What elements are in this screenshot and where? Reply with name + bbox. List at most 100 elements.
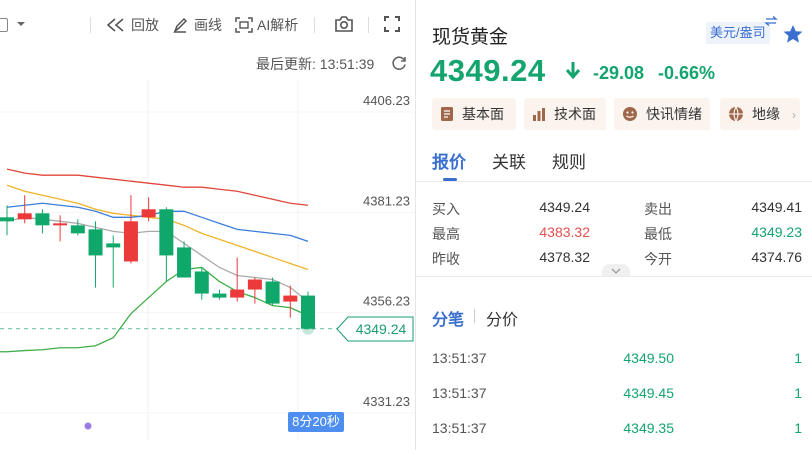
low-label: 最低 <box>644 226 672 242</box>
expand-quotes-button[interactable] <box>602 264 630 276</box>
pen-icon <box>173 17 188 33</box>
ask-label: 卖出 <box>644 201 672 217</box>
last-update-text: 最后更新: 13:51:39 <box>256 56 375 72</box>
camera-icon[interactable] <box>334 15 354 35</box>
fundamentals-label: 基本面 <box>462 106 504 122</box>
ai-analysis-button[interactable]: AI解析 <box>235 15 298 35</box>
tick-row: 13:51:37 4349.35 1 <box>416 420 812 444</box>
tabs-divider <box>416 181 812 182</box>
technicals-label: 技术面 <box>554 106 596 122</box>
candle-body <box>247 279 262 290</box>
open-value: 4374.76 <box>751 249 802 265</box>
replay-label: 回放 <box>131 17 159 33</box>
tick-volume: 1 <box>794 420 802 436</box>
news-sentiment-label: 快讯情绪 <box>646 106 702 122</box>
last-price: 4349.24 <box>430 53 546 88</box>
candle-countdown-badge: 8分20秒 <box>288 412 344 432</box>
candle-body <box>265 281 280 304</box>
candle-body <box>53 223 68 226</box>
tick-time: 13:51:37 <box>432 350 487 366</box>
tab-ticks[interactable]: 分笔 <box>432 306 464 330</box>
candle-body <box>123 221 138 262</box>
high-value: 4383.32 <box>539 224 590 240</box>
tick-time: 13:51:37 <box>432 420 487 436</box>
candle-body <box>106 243 121 248</box>
toolbar-divider <box>368 17 369 33</box>
candle-body <box>177 247 192 278</box>
replay-button[interactable]: 回放 <box>106 15 159 35</box>
ask-value: 4349.41 <box>751 199 802 215</box>
y-axis-tick-label: 4331.23 <box>363 394 410 409</box>
quote-row: 买入 4349.24 卖出 4349.41 <box>416 199 812 223</box>
indicator-line <box>6 184 309 271</box>
tick-time: 13:51:37 <box>432 385 487 401</box>
y-axis-tick-label: 4406.23 <box>363 93 410 108</box>
tick-price: 4349.35 <box>623 420 674 436</box>
candle-body <box>159 209 174 256</box>
price-change: -29.08 <box>593 63 645 83</box>
rewind-icon <box>106 18 124 32</box>
chart-toolbar: 回放 画线 AI解析 <box>0 0 415 50</box>
bid-label: 买入 <box>432 201 460 217</box>
candle-body <box>230 289 245 298</box>
high-label: 最高 <box>432 226 460 242</box>
candle-body <box>283 295 298 302</box>
tick-row: 13:51:37 4349.45 1 <box>416 385 812 409</box>
candle-body <box>141 209 156 218</box>
ai-scan-icon <box>235 17 253 33</box>
candle-body <box>35 213 50 226</box>
swap-icon[interactable] <box>764 16 778 26</box>
current-price-label: 4349.24 <box>355 320 407 337</box>
bid-value: 4349.24 <box>539 199 590 215</box>
tab-quote[interactable]: 报价 <box>432 148 466 173</box>
refresh-icon[interactable] <box>391 55 407 71</box>
tab-rules[interactable]: 规则 <box>552 148 586 173</box>
fundamentals-chip[interactable]: 基本面 <box>432 98 516 130</box>
toolbar-divider <box>90 17 91 33</box>
toolbar-divider <box>314 17 315 33</box>
tab-related[interactable]: 关联 <box>492 148 526 173</box>
draw-line-label: 画线 <box>194 17 222 33</box>
low-value: 4349.23 <box>751 224 802 240</box>
fullscreen-icon[interactable] <box>384 16 400 36</box>
price-change-percent: -0.66% <box>658 63 716 83</box>
draw-line-button[interactable]: 画线 <box>172 15 222 35</box>
currency-unit-badge[interactable]: 美元/盎司 <box>706 22 770 44</box>
bar-chart-icon <box>533 108 545 121</box>
document-icon <box>441 107 453 121</box>
tick-price: 4349.50 <box>623 350 674 366</box>
indicator-line <box>6 168 309 206</box>
quote-panel: 现货黄金 美元/盎司 4349.24 -29.08 -0.66% 基本面 技术面… <box>416 0 812 450</box>
y-axis-tick-label: 4356.23 <box>363 294 410 309</box>
tick-volume: 1 <box>794 385 802 401</box>
sentiment-face-icon <box>623 107 637 121</box>
candle-body <box>0 217 14 222</box>
globe-icon <box>729 106 743 122</box>
indicator-line <box>6 266 309 353</box>
candle-body <box>70 225 85 234</box>
caret-down-icon[interactable] <box>16 19 26 29</box>
news-sentiment-chip[interactable]: 快讯情绪 <box>614 98 710 130</box>
candle-body <box>212 293 227 298</box>
candle-body <box>88 229 103 256</box>
instrument-title: 现货黄金 <box>432 27 509 48</box>
y-axis-tick-label: 4381.23 <box>363 193 410 208</box>
chart-panel: 4406.23 4381.23 4356.23 4331.23 回放 画线 AI解析 … <box>0 0 415 450</box>
prev-close-value: 4378.32 <box>539 249 590 265</box>
down-arrow-icon <box>565 62 581 80</box>
tick-volume: 1 <box>794 350 802 366</box>
open-label: 今开 <box>644 251 672 267</box>
indicator-line <box>6 202 309 243</box>
geopolitics-label: 地缘 <box>752 106 780 122</box>
quotes-divider <box>416 276 812 277</box>
favorite-star-icon[interactable] <box>782 24 804 44</box>
ai-analysis-label: AI解析 <box>257 17 299 33</box>
geopolitics-chip[interactable]: 地缘 <box>720 98 800 130</box>
tick-row: 13:51:37 4349.50 1 <box>416 350 812 374</box>
indicator-checkbox[interactable] <box>0 18 8 32</box>
chips-scroll-right-icon[interactable]: › <box>792 108 796 122</box>
sub-tab-divider <box>474 309 475 323</box>
technicals-chip[interactable]: 技术面 <box>524 98 606 130</box>
tick-price: 4349.45 <box>623 385 674 401</box>
tab-price-levels[interactable]: 分价 <box>486 306 518 330</box>
